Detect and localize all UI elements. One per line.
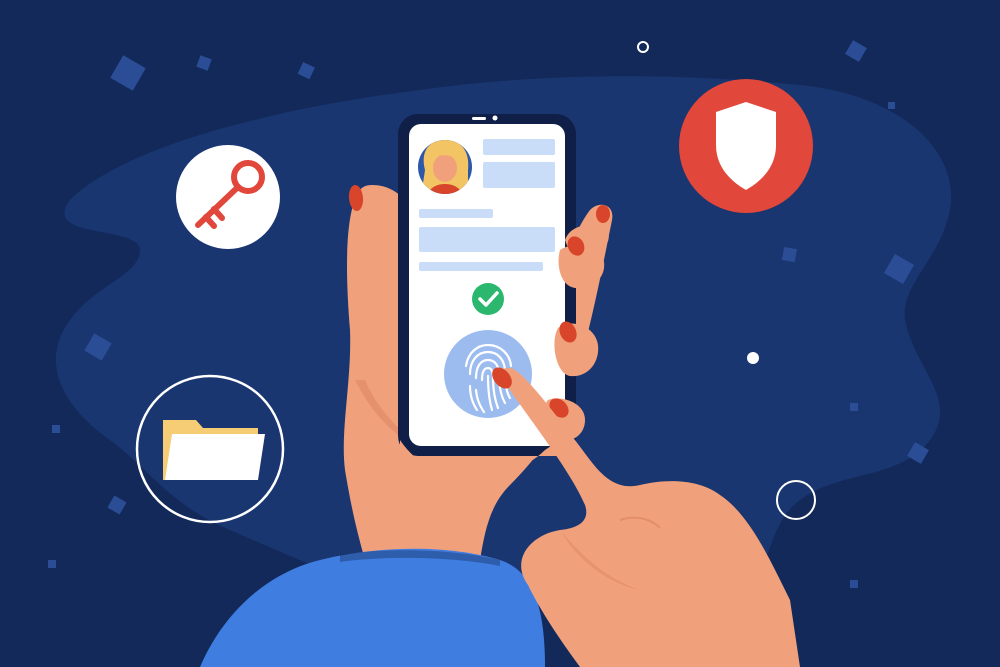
dot-decoration [747, 352, 759, 364]
speaker-grill [472, 117, 486, 120]
key-badge [176, 145, 280, 249]
front-camera [492, 115, 498, 121]
folder-icon [163, 420, 265, 480]
illustration-canvas [0, 0, 1000, 667]
check-icon [472, 283, 504, 315]
illustration-scene [0, 0, 1000, 667]
shield-badge [679, 79, 813, 213]
